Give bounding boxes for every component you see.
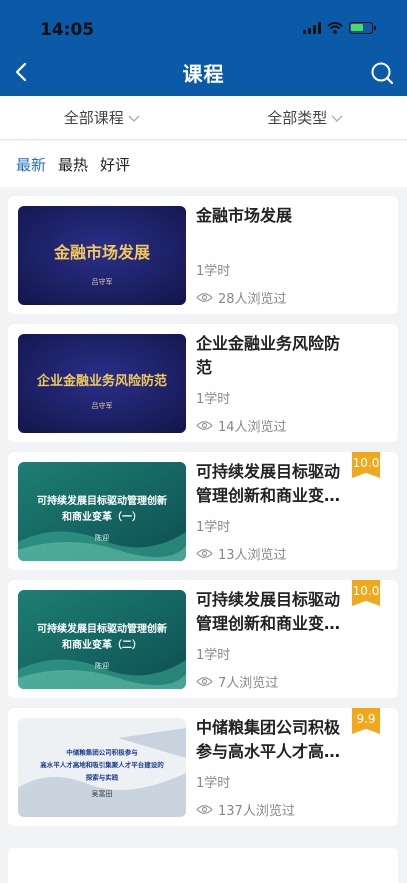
- type-filter-label: 全部类型: [267, 109, 328, 127]
- eye-icon: [196, 293, 213, 302]
- course-views-text: 14人浏览过: [218, 420, 287, 435]
- filter-bar: 全部课程 全部类型: [0, 96, 407, 140]
- battery-icon: [349, 22, 376, 34]
- chevron-down-icon: [331, 115, 343, 122]
- category-filter[interactable]: 全部课程: [0, 96, 204, 139]
- svg-text:金融市场发展: 金融市场发展: [53, 243, 151, 262]
- course-views-text: 28人浏览过: [218, 292, 287, 307]
- course-title: 可持续发展目标驱动管理创新和商业变…: [196, 462, 341, 505]
- course-thumbnail: 可持续发展目标驱动管理创新 和商业变革（二） 陈迎: [18, 590, 186, 689]
- course-thumbnail: 可持续发展目标驱动管理创新 和商业变革（一） 陈迎: [18, 462, 186, 561]
- search-icon[interactable]: [369, 60, 395, 86]
- wifi-icon: [327, 22, 343, 34]
- svg-text:高水平人才高地和吸引集聚人才平台建设的: 高水平人才高地和吸引集聚人才平台建设的: [40, 760, 164, 769]
- tab-top-rated[interactable]: 好评: [100, 154, 130, 175]
- course-title: 企业金融业务风险防范: [196, 334, 341, 377]
- course-views-text: 7人浏览过: [218, 676, 279, 691]
- type-filter[interactable]: 全部类型: [204, 96, 407, 139]
- status-icons: [303, 22, 376, 34]
- svg-text:和商业变革（一）: 和商业变革（一）: [61, 510, 142, 523]
- course-thumbnail: 中储粮集团公司积极参与高水平人才高地和吸引集聚人才平台建设的 探索与实践吴富田: [18, 718, 186, 817]
- tab-hottest[interactable]: 最热: [58, 154, 88, 175]
- eye-icon: [196, 549, 213, 558]
- svg-text:可持续发展目标驱动管理创新: 可持续发展目标驱动管理创新: [37, 494, 167, 507]
- course-title: 中储粮集团公司积极参与高水平人才高…: [196, 718, 341, 761]
- course-card[interactable]: 中储粮集团公司积极参与高水平人才高地和吸引集聚人才平台建设的 探索与实践吴富田 中…: [8, 708, 398, 826]
- course-hours: 1学时: [196, 520, 231, 535]
- chevron-down-icon: [128, 115, 140, 122]
- course-card[interactable]: 企业金融业务风险防范吕守军 企业金融业务风险防范 1学时 14人浏览过: [8, 324, 398, 442]
- course-views: 7人浏览过: [196, 672, 278, 691]
- course-list: 金融市场发展 吕守军 金融市场发展 1学时 28人浏览过 企业金融业务风险防范 吕守…: [8, 196, 398, 836]
- svg-text:企业金融业务风险防范: 企业金融业务风险防范: [36, 373, 167, 389]
- sort-tabs: 最新 最热 好评: [0, 141, 407, 187]
- rating-badge: 9.9: [352, 708, 380, 734]
- svg-text:中储粮集团公司积极参与: 中储粮集团公司积极参与: [66, 747, 138, 756]
- course-views: 13人浏览过: [196, 544, 287, 563]
- course-views: 137人浏览过: [196, 800, 295, 819]
- eye-icon: [196, 677, 213, 686]
- app-header: 14:05 课程: [0, 0, 407, 96]
- course-views-text: 137人浏览过: [218, 804, 295, 819]
- course-card[interactable]: 可持续发展目标驱动管理创新 和商业变革（一） 陈迎 可持续发展目标驱动管理创新和商业…: [8, 452, 398, 570]
- svg-text:探索与实践: 探索与实践: [86, 772, 119, 781]
- signal-icon: [303, 22, 321, 34]
- course-hours: 1学时: [196, 392, 231, 407]
- course-title: 金融市场发展: [196, 206, 293, 225]
- svg-text:可持续发展目标驱动管理创新: 可持续发展目标驱动管理创新: [37, 622, 167, 635]
- page-title: 课程: [182, 62, 225, 86]
- eye-icon: [196, 805, 213, 814]
- svg-text:陈迎: 陈迎: [95, 533, 109, 542]
- svg-text:吕守军: 吕守军: [92, 277, 113, 286]
- status-time: 14:05: [40, 20, 95, 40]
- course-hours: 1学时: [196, 648, 231, 663]
- course-thumbnail: 金融市场发展 吕守军: [18, 206, 186, 305]
- course-views: 28人浏览过: [196, 288, 287, 307]
- svg-text:吴富田: 吴富田: [92, 789, 113, 798]
- course-hours: 1学时: [196, 776, 231, 791]
- svg-text:陈迎: 陈迎: [95, 661, 109, 670]
- svg-text:吕守军: 吕守军: [92, 401, 113, 410]
- list-item[interactable]: [8, 848, 398, 883]
- course-card[interactable]: 金融市场发展吕守军 金融市场发展 1学时 28人浏览过: [8, 196, 398, 314]
- svg-text:和商业变革（二）: 和商业变革（二）: [61, 638, 142, 651]
- eye-icon: [196, 421, 213, 430]
- course-card[interactable]: 可持续发展目标驱动管理创新 和商业变革（二） 陈迎 可持续发展目标驱动管理创新和商业…: [8, 580, 398, 698]
- course-hours: 1学时: [196, 264, 231, 279]
- course-title: 可持续发展目标驱动管理创新和商业变…: [196, 590, 341, 633]
- course-views-text: 13人浏览过: [218, 548, 287, 563]
- rating-badge: 10.0: [352, 580, 380, 606]
- course-views: 14人浏览过: [196, 416, 287, 435]
- category-filter-label: 全部课程: [63, 109, 124, 127]
- course-thumbnail: 企业金融业务风险防范吕守军: [18, 334, 186, 433]
- rating-badge: 10.0: [352, 452, 380, 478]
- tab-newest[interactable]: 最新: [16, 154, 46, 175]
